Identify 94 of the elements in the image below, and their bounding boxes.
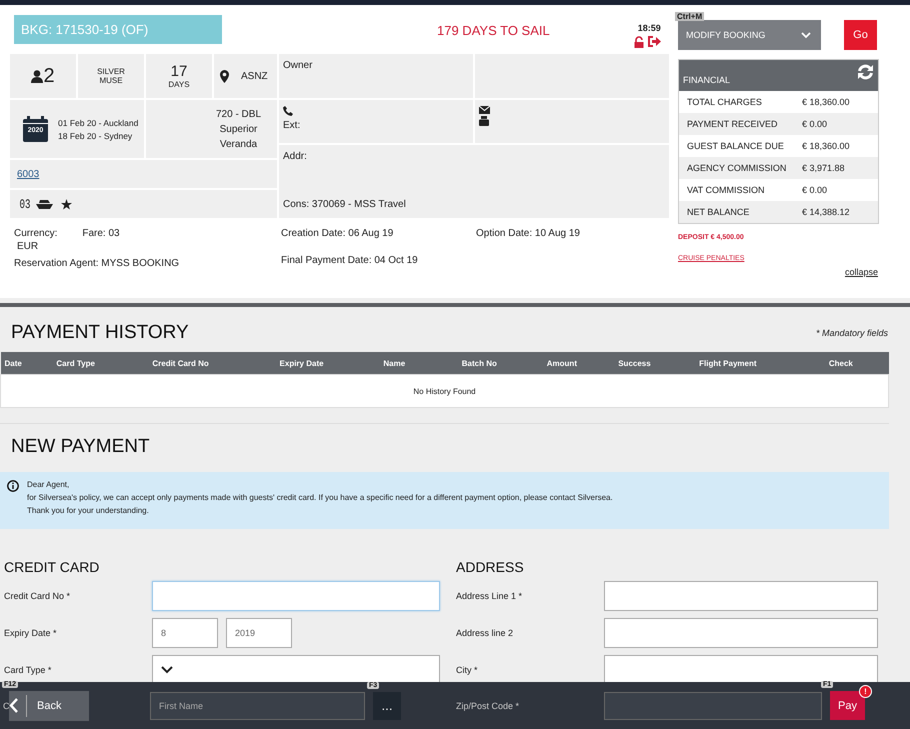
field-label: Card Type * bbox=[3, 665, 52, 675]
alert-badge: ! bbox=[859, 685, 872, 698]
column-header: Expiry Date bbox=[276, 352, 380, 374]
column-header: Flight Payment bbox=[695, 352, 825, 374]
column-header: Amount bbox=[542, 352, 614, 374]
fax-icon bbox=[479, 116, 489, 126]
section-title: NEW PAYMENT bbox=[11, 436, 151, 458]
booking-number: BKG: 171530-19 (OF) bbox=[14, 15, 222, 44]
financial-label: PAYMENT RECEIVED bbox=[687, 119, 779, 129]
shortcut-badge: Ctrl+M bbox=[675, 12, 704, 21]
currency-value: EUR bbox=[17, 241, 40, 252]
extension-label: Ext: bbox=[283, 120, 302, 131]
days-to-sail: 179 DAYS TO SAIL bbox=[437, 23, 550, 38]
chevron-down-icon bbox=[161, 666, 173, 674]
notice-text: Thank you for your understanding. bbox=[27, 506, 150, 515]
notice-text: for Silversea's policy, we can accept only payments made with guests' credit card. If you have a specific need for a different payment option, please contact Silversea. bbox=[27, 493, 613, 502]
owner-label: Owner bbox=[283, 60, 314, 71]
financial-value: € 3,971.88 bbox=[802, 163, 845, 173]
financial-label: VAT COMMISSION bbox=[687, 185, 766, 195]
field-label: Address line 2 bbox=[455, 628, 514, 638]
financial-value: € 0.00 bbox=[802, 119, 828, 129]
section-heading: CREDIT CARD bbox=[4, 559, 100, 575]
cabin-link[interactable]: 6003 bbox=[17, 168, 40, 180]
reservation-agent: Reservation Agent: MYSS BOOKING bbox=[14, 258, 180, 269]
address-label: Addr: bbox=[283, 151, 308, 162]
section-title: PAYMENT HISTORY bbox=[11, 322, 189, 344]
field-label: C bbox=[3, 700, 9, 710]
financial-value: € 0.00 bbox=[802, 185, 828, 195]
fare-text: Fare: 03 bbox=[82, 228, 120, 239]
mandatory-note: * Mandatory fields bbox=[816, 328, 888, 338]
final-payment-date: Final Payment Date: 04 Oct 19 bbox=[281, 255, 419, 266]
financial-value: € 18,360.00 bbox=[802, 141, 850, 151]
logout-icon bbox=[648, 36, 661, 47]
action-dropdown[interactable]: MODIFY BOOKING bbox=[678, 20, 821, 50]
input-field[interactable]: 2019 bbox=[226, 618, 292, 648]
financial-label: TOTAL CHARGES bbox=[687, 97, 763, 107]
star-icon bbox=[61, 198, 72, 210]
field-label: Address Line 1 * bbox=[455, 591, 524, 601]
input-field[interactable]: First Name bbox=[150, 692, 365, 720]
region-code: ASNZ bbox=[241, 70, 268, 82]
financial-label: GUEST BALANCE DUE bbox=[687, 141, 785, 151]
creation-date: Creation Date: 06 Aug 19 bbox=[281, 228, 394, 239]
sailing-date: 01 Feb 20 - Auckland bbox=[58, 118, 138, 128]
financial-value: € 18,360.00 bbox=[802, 97, 850, 107]
cabin-category: 720 - DBL Superior Veranda bbox=[214, 108, 262, 152]
column-header: Date bbox=[0, 352, 52, 374]
column-header: Batch No bbox=[458, 352, 543, 374]
chevron-left-icon bbox=[9, 698, 18, 713]
ship-icon bbox=[36, 199, 53, 209]
panel-title: FINANCIAL bbox=[683, 75, 730, 85]
column-header: Name bbox=[379, 352, 458, 374]
notice-text: Dear Agent, bbox=[27, 480, 70, 489]
pay-button[interactable]: Pay bbox=[830, 691, 865, 720]
input-field[interactable] bbox=[604, 581, 878, 611]
mail-icon bbox=[479, 106, 490, 114]
refresh-icon[interactable] bbox=[857, 64, 874, 80]
guest-count: 2 bbox=[43, 64, 55, 88]
days-label: DAYS bbox=[168, 80, 190, 89]
days-count: 17 bbox=[170, 63, 188, 80]
phone-icon bbox=[283, 106, 293, 116]
input-field[interactable] bbox=[604, 655, 878, 685]
info-icon bbox=[7, 480, 19, 492]
column-header: Card Type bbox=[52, 352, 148, 374]
field-label: Zip/Post Code * bbox=[455, 700, 520, 710]
chevron-down-icon bbox=[801, 32, 811, 38]
ship-name: SILVER MUSE bbox=[96, 67, 126, 85]
calendar-icon bbox=[23, 116, 48, 142]
empty-message: No History Found bbox=[0, 374, 888, 408]
financial-value: € 14,388.12 bbox=[802, 207, 850, 217]
back-button[interactable]: Back bbox=[9, 690, 89, 720]
consortium-text: Cons: 370069 - MSS Travel bbox=[283, 199, 407, 210]
input-field[interactable] bbox=[152, 581, 440, 611]
financial-label: AGENCY COMMISSION bbox=[687, 163, 788, 173]
field-label: City * bbox=[455, 665, 479, 675]
map-pin-icon bbox=[220, 70, 229, 82]
section-heading: ADDRESS bbox=[456, 559, 525, 575]
option-date: Option Date: 10 Aug 19 bbox=[476, 228, 581, 239]
go-button[interactable]: Go bbox=[844, 20, 877, 50]
lookup-button[interactable]: ... bbox=[373, 692, 401, 720]
sailing-date: 18 Feb 20 - Sydney bbox=[58, 130, 134, 140]
currency-label: Currency: bbox=[14, 228, 58, 239]
column-header: Success bbox=[614, 352, 696, 374]
field-label: Credit Card No * bbox=[3, 591, 72, 601]
column-header: Credit Card No bbox=[148, 352, 276, 374]
financial-label: NET BALANCE bbox=[687, 207, 750, 217]
lock-icon bbox=[634, 36, 645, 48]
clock-time: 18:59 bbox=[638, 23, 661, 33]
column-header: Check bbox=[824, 352, 888, 374]
input-field[interactable]: 8 bbox=[152, 618, 218, 648]
field-label: Expiry Date * bbox=[3, 628, 58, 638]
input-field[interactable] bbox=[604, 692, 822, 720]
input-field[interactable] bbox=[604, 618, 878, 648]
collapse-link[interactable]: collapse bbox=[844, 267, 878, 277]
person-icon bbox=[31, 70, 44, 82]
